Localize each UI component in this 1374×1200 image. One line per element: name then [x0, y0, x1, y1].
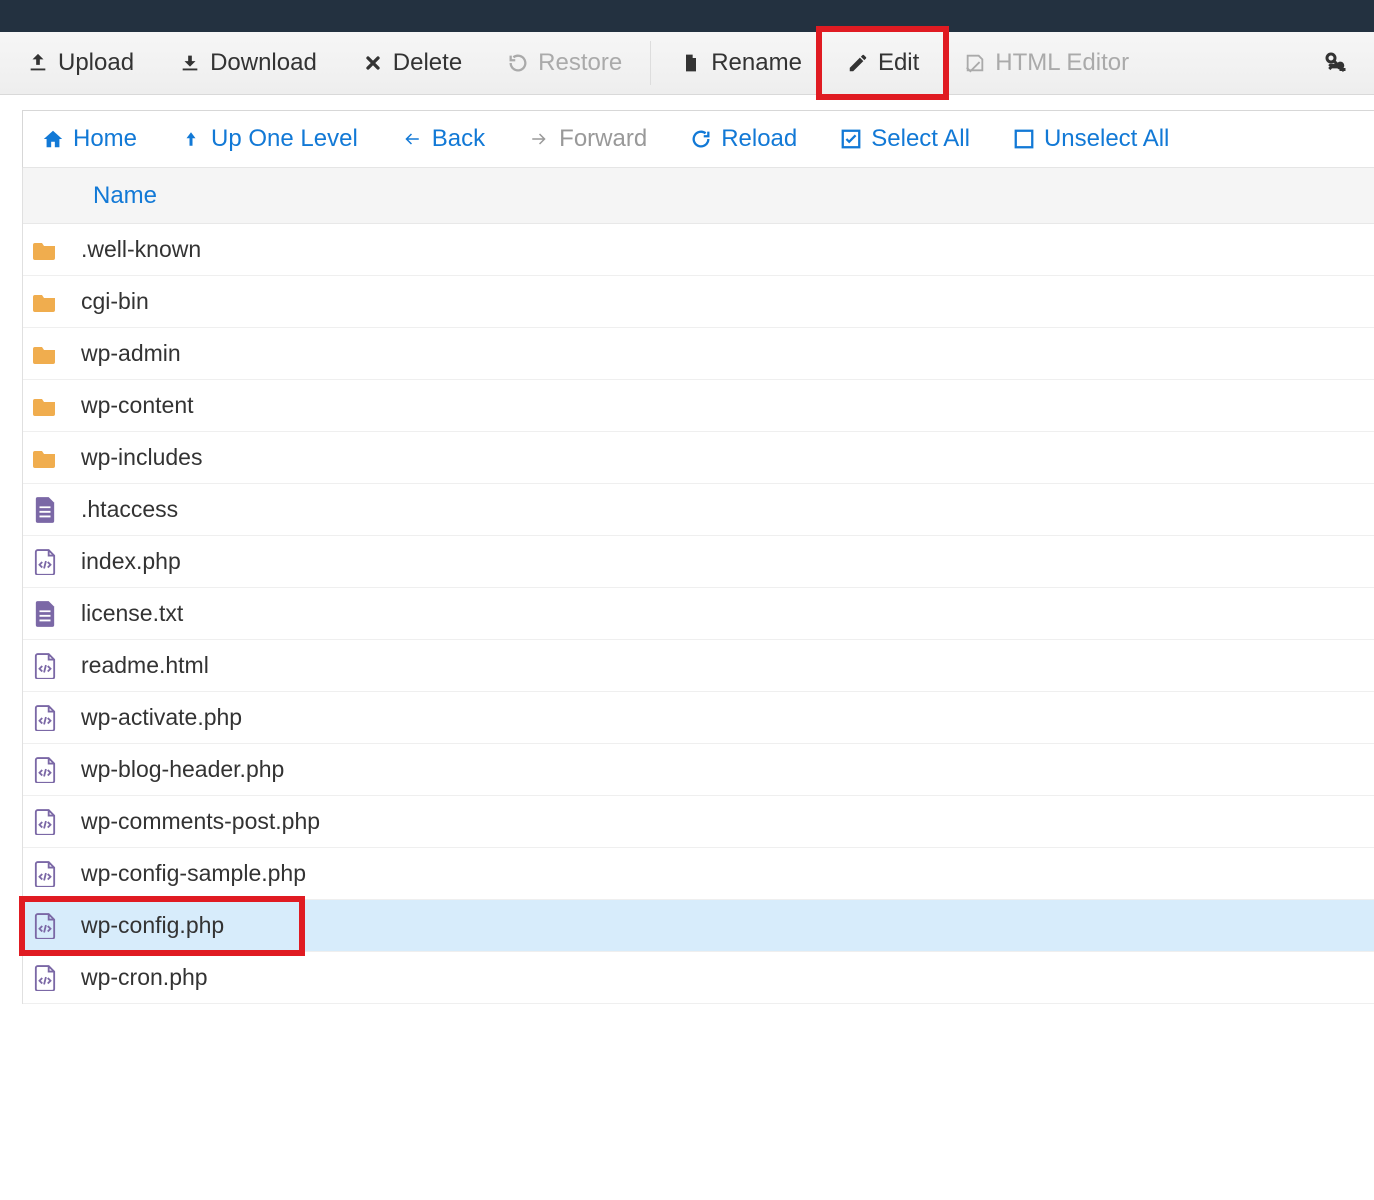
app-top-stripe — [0, 0, 1374, 32]
home-label: Home — [73, 125, 137, 153]
file-name-label: wp-includes — [81, 444, 202, 471]
toolbar-separator — [650, 41, 651, 85]
file-name-label: wp-cron.php — [81, 964, 208, 991]
edit-label: Edit — [878, 49, 919, 77]
check-square-icon — [839, 128, 863, 150]
file-row[interactable]: license.txt — [23, 588, 1374, 640]
file-row[interactable]: wp-content — [23, 380, 1374, 432]
forward-arrow-icon — [527, 130, 551, 148]
key-icon — [1324, 50, 1348, 76]
edit-icon — [846, 52, 870, 74]
file-name-label: .well-known — [81, 236, 201, 263]
reload-button[interactable]: Reload — [689, 125, 797, 153]
up-label: Up One Level — [211, 125, 358, 153]
file-row[interactable]: wp-config-sample.php — [23, 848, 1374, 900]
back-label: Back — [432, 125, 485, 153]
file-row[interactable]: wp-config.php — [23, 900, 1374, 952]
file-name-label: index.php — [81, 548, 181, 575]
file-name-label: readme.html — [81, 652, 209, 679]
navigation-bar: Home Up One Level Back Forward Reload Se… — [22, 110, 1374, 168]
main-toolbar: Upload Download Delete Restore Rename Ed… — [0, 32, 1374, 95]
code-file-icon — [33, 549, 57, 575]
file-name-label: wp-comments-post.php — [81, 808, 320, 835]
delete-icon — [361, 53, 385, 73]
home-button[interactable]: Home — [41, 125, 137, 153]
name-column-header[interactable]: Name — [93, 182, 157, 210]
rename-label: Rename — [711, 49, 802, 77]
rename-button[interactable]: Rename — [657, 32, 824, 94]
file-name-label: cgi-bin — [81, 288, 149, 315]
folder-icon — [33, 394, 57, 418]
delete-button[interactable]: Delete — [339, 32, 484, 94]
file-row[interactable]: .well-known — [23, 224, 1374, 276]
code-file-icon — [33, 705, 57, 731]
code-file-icon — [33, 757, 57, 783]
file-row[interactable]: wp-comments-post.php — [23, 796, 1374, 848]
back-arrow-icon — [400, 130, 424, 148]
square-icon — [1012, 128, 1036, 150]
folder-icon — [33, 446, 57, 470]
reload-label: Reload — [721, 125, 797, 153]
up-arrow-icon — [179, 128, 203, 150]
file-row[interactable]: wp-activate.php — [23, 692, 1374, 744]
code-file-icon — [33, 913, 57, 939]
html-editor-icon — [963, 52, 987, 74]
upload-label: Upload — [58, 49, 134, 77]
file-name-label: wp-activate.php — [81, 704, 242, 731]
folder-icon — [33, 238, 57, 262]
delete-label: Delete — [393, 49, 462, 77]
home-icon — [41, 128, 65, 150]
file-list-panel: Name .well-known cgi-bin wp-admin wp-con… — [22, 168, 1374, 1004]
folder-icon — [33, 290, 57, 314]
back-button[interactable]: Back — [400, 125, 485, 153]
file-row[interactable]: index.php — [23, 536, 1374, 588]
file-name-label: wp-admin — [81, 340, 181, 367]
html-editor-label: HTML Editor — [995, 49, 1129, 77]
file-row[interactable]: .htaccess — [23, 484, 1374, 536]
download-label: Download — [210, 49, 317, 77]
code-file-icon — [33, 653, 57, 679]
file-row[interactable]: wp-blog-header.php — [23, 744, 1374, 796]
upload-button[interactable]: Upload — [4, 32, 156, 94]
edit-button[interactable]: Edit — [824, 32, 941, 94]
file-row[interactable]: wp-admin — [23, 328, 1374, 380]
download-icon — [178, 52, 202, 74]
unselect-all-button[interactable]: Unselect All — [1012, 125, 1169, 153]
document-icon — [33, 497, 57, 523]
download-button[interactable]: Download — [156, 32, 339, 94]
file-name-label: wp-config-sample.php — [81, 860, 306, 887]
restore-button: Restore — [484, 32, 644, 94]
permissions-button[interactable] — [1302, 32, 1370, 94]
file-name-label: wp-blog-header.php — [81, 756, 284, 783]
file-row[interactable]: wp-cron.php — [23, 952, 1374, 1004]
file-name-label: wp-content — [81, 392, 194, 419]
up-one-level-button[interactable]: Up One Level — [179, 125, 358, 153]
select-all-label: Select All — [871, 125, 970, 153]
file-row[interactable]: cgi-bin — [23, 276, 1374, 328]
restore-icon — [506, 52, 530, 74]
column-header-row[interactable]: Name — [23, 168, 1374, 224]
unselect-all-label: Unselect All — [1044, 125, 1169, 153]
forward-button: Forward — [527, 125, 647, 153]
reload-icon — [689, 128, 713, 150]
code-file-icon — [33, 965, 57, 991]
file-name-label: wp-config.php — [81, 912, 224, 939]
html-editor-button: HTML Editor — [941, 32, 1151, 94]
code-file-icon — [33, 809, 57, 835]
restore-label: Restore — [538, 49, 622, 77]
code-file-icon — [33, 861, 57, 887]
file-row[interactable]: wp-includes — [23, 432, 1374, 484]
rename-icon — [679, 52, 703, 74]
upload-icon — [26, 52, 50, 74]
document-icon — [33, 601, 57, 627]
file-name-label: .htaccess — [81, 496, 178, 523]
file-row[interactable]: readme.html — [23, 640, 1374, 692]
file-name-label: license.txt — [81, 600, 183, 627]
select-all-button[interactable]: Select All — [839, 125, 970, 153]
forward-label: Forward — [559, 125, 647, 153]
folder-icon — [33, 342, 57, 366]
